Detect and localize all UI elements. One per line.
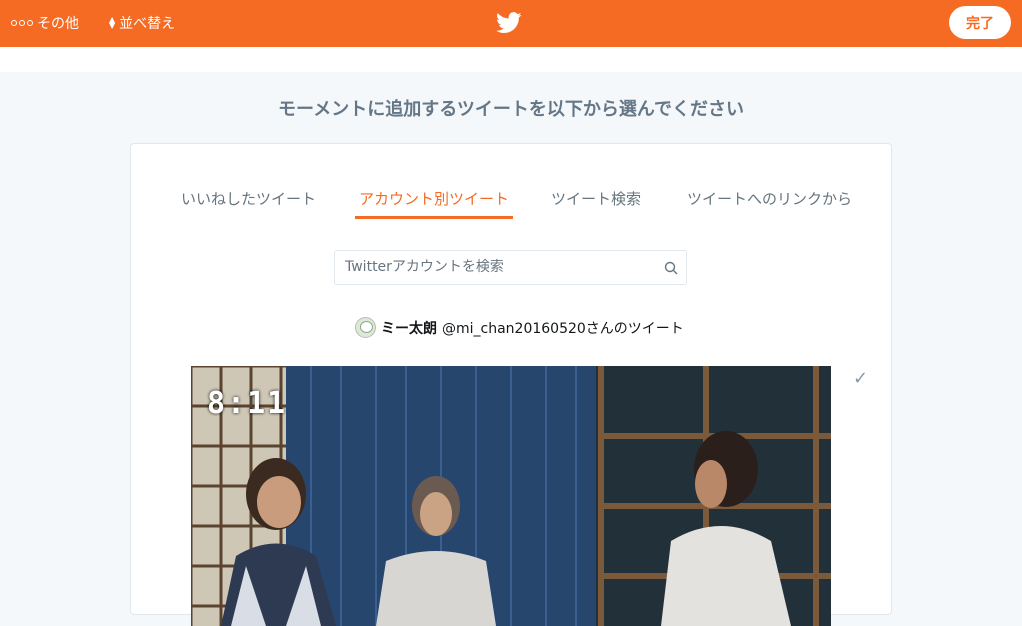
source-tabs: いいねしたツイート アカウント別ツイート ツイート検索 ツイートへのリンクから: [131, 188, 891, 219]
page-heading: モーメントに追加するツイートを以下から選んでください: [277, 99, 745, 120]
checkmark-icon[interactable]: ✓: [853, 368, 868, 389]
tab-liked-tweets[interactable]: いいねしたツイート: [181, 188, 316, 218]
tab-tweet-link[interactable]: ツイートへのリンクから: [687, 188, 852, 218]
tweet-media[interactable]: 8:11: [191, 366, 831, 626]
account-search-input[interactable]: [335, 251, 655, 282]
account-display-name: ミー太朗: [381, 320, 437, 337]
sort-arrows-icon: ▲ ▼: [109, 15, 116, 30]
media-timestamp: 8:11: [207, 386, 288, 421]
more-dots-icon: [11, 20, 33, 26]
account-handle-label: @mi_chan20160520さんのツイート: [442, 320, 684, 337]
sort-label: 並べ替え: [119, 16, 176, 32]
sort-button[interactable]: ▲ ▼ 並べ替え: [109, 13, 175, 33]
tab-tweet-search[interactable]: ツイート検索: [551, 188, 641, 218]
top-bar-left-group: その他 ▲ ▼ 並べ替え: [11, 13, 175, 33]
top-bar: その他 ▲ ▼ 並べ替え 完了: [0, 0, 1022, 47]
tab-account-tweets[interactable]: アカウント別ツイート: [354, 188, 514, 219]
more-label: その他: [37, 16, 79, 32]
done-button[interactable]: 完了: [949, 6, 1011, 39]
header-spacer: [0, 47, 1022, 72]
twitter-bird-icon: [496, 12, 522, 33]
more-button[interactable]: その他: [11, 13, 79, 33]
search-icon[interactable]: [664, 261, 678, 275]
selected-account-line: ミー太朗 @mi_chan20160520さんのツイート: [355, 317, 684, 338]
avatar[interactable]: [355, 317, 376, 338]
tweet-source-panel: いいねしたツイート アカウント別ツイート ツイート検索 ツイートへのリンクから …: [130, 143, 892, 626]
account-search-box: [334, 250, 687, 285]
